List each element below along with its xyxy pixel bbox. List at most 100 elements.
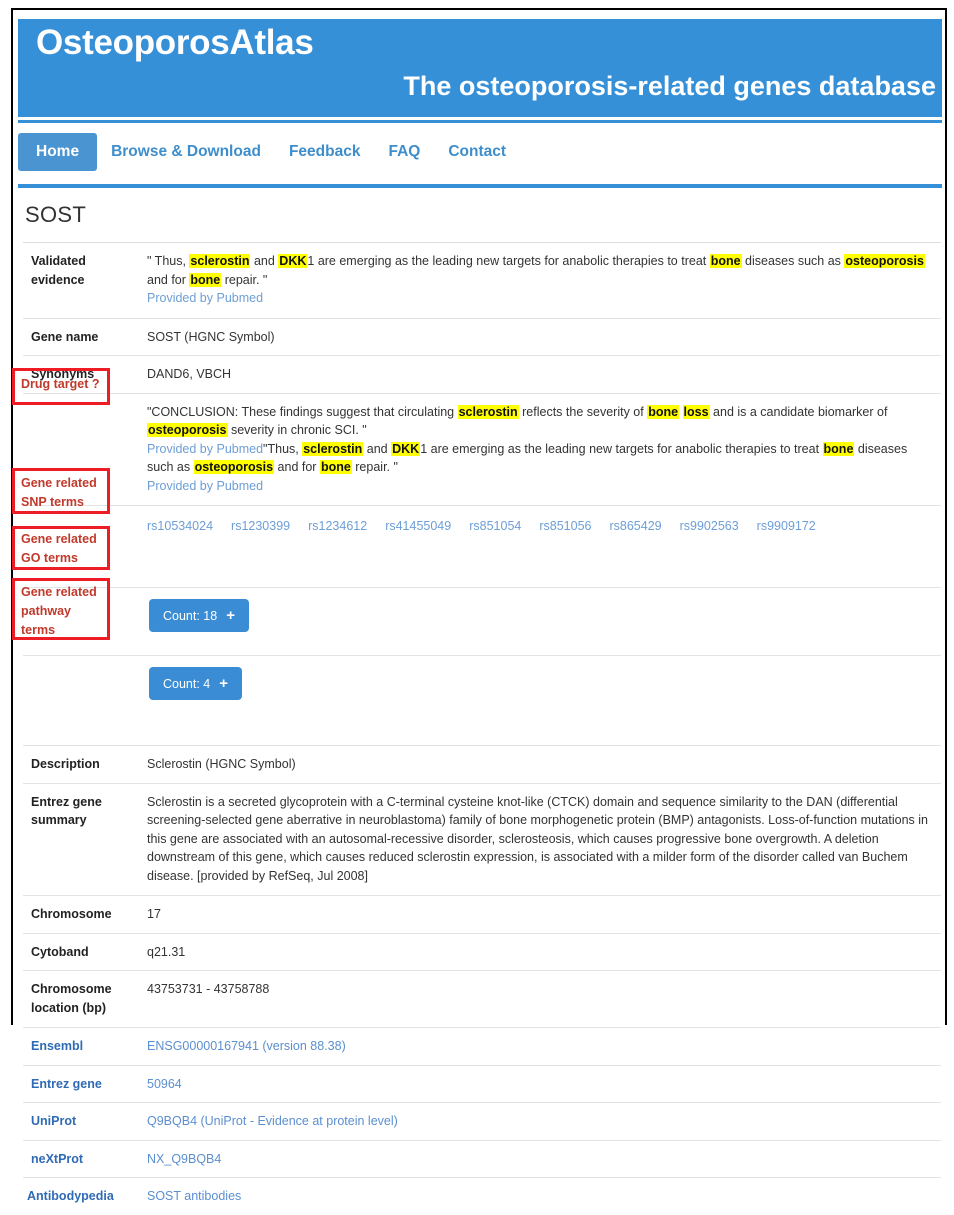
body-text: diseases such as (741, 254, 845, 268)
go-terms-count-label: Count: 18 (163, 608, 218, 623)
label-chromosome: Chromosome (31, 907, 112, 921)
entrez-gene-label-link[interactable]: Entrez gene (31, 1077, 102, 1091)
annotation-label-pathway-line2: pathway (21, 603, 72, 618)
table-row-uniprot: UniProt Q9BQB4 (UniProt - Evidence at pr… (23, 1102, 941, 1141)
snp-term-link[interactable]: rs1234612 (308, 517, 367, 536)
snp-term-link[interactable]: rs851054 (469, 517, 521, 536)
plus-icon: + (219, 675, 229, 692)
value-snp-terms: rs10534024 rs1230399 rs1234612 rs41455049 rs… (139, 506, 941, 588)
label-entrez-gene: Entrez gene (23, 1065, 139, 1103)
label-ensembl: Ensembl (23, 1028, 139, 1066)
snp-term-link[interactable]: rs1230399 (231, 517, 290, 536)
value-go-terms: Count: 18 + (139, 588, 941, 656)
pathway-terms-count-button[interactable]: Count: 4 + (149, 667, 243, 700)
value-description: Sclerostin (HGNC Symbol) (147, 757, 296, 771)
table-row-gene-name: Gene name SOST (HGNC Symbol) (23, 318, 941, 356)
annotation-label-snp-terms: Gene related SNP terms (21, 474, 97, 512)
table-row-snp-terms: rs10534024 rs1230399 rs1234612 rs41455049 rs… (23, 505, 941, 588)
snp-term-link[interactable]: rs9902563 (680, 517, 739, 536)
snp-term-link[interactable]: rs851056 (539, 517, 591, 536)
value-cytoband: q21.31 (147, 944, 186, 959)
value-validated-evidence: " Thus, sclerostin and DKK1 are emerging… (139, 243, 941, 319)
pubmed-link-drug-target-1[interactable]: Provided by Pubmed (147, 442, 263, 456)
entrez-gene-id-link[interactable]: 50964 (147, 1077, 182, 1091)
annotation-label-pathway-terms: Gene related pathway terms (21, 583, 97, 639)
page-content: OsteoporosAtlas The osteoporosis-related… (13, 10, 945, 1203)
table-row-drug-target: Drug target ? "CONCLUSION: These finding… (23, 393, 941, 506)
ensembl-id-link[interactable]: ENSG00000167941 (version 88.38) (147, 1039, 346, 1053)
snp-term-list: rs10534024 rs1230399 rs1234612 rs41455049 rs… (147, 515, 935, 536)
label-description: Description (31, 757, 100, 771)
value-ensembl: ENSG00000167941 (version 88.38) (139, 1028, 941, 1066)
plus-icon: + (226, 607, 235, 624)
highlighted-term: osteoporosis (147, 423, 228, 437)
table-row-validated-evidence: Validated evidence " Thus, sclerostin an… (23, 242, 941, 319)
value-uniprot: Q9BQB4 (UniProt - Evidence at protein le… (139, 1103, 941, 1141)
table-row-chromosome: Chromosome 17 (23, 895, 941, 934)
main-navigation: Home Browse & Download Feedback FAQ Contact (18, 131, 942, 172)
highlighted-term: bone (709, 254, 742, 268)
nextprot-id-link[interactable]: NX_Q9BQB4 (147, 1152, 221, 1166)
body-text: and for (147, 272, 190, 287)
go-terms-count-button[interactable]: Count: 18 + (149, 599, 249, 632)
annotation-label-pathway-line1: Gene related (21, 585, 97, 599)
body-text: "Thus, (263, 441, 303, 456)
highlighted-term: DKK (278, 254, 308, 268)
body-text: and (250, 254, 279, 268)
label-nextprot: neXtProt (23, 1140, 139, 1178)
snp-term-link[interactable]: rs9909172 (757, 517, 816, 536)
highlighted-term: sclerostin (457, 404, 519, 419)
nav-item-faq[interactable]: FAQ (374, 134, 434, 170)
value-drug-target: "CONCLUSION: These findings suggest that… (139, 393, 941, 506)
highlighted-term: bone (189, 272, 222, 287)
annotation-label-snp-line1: Gene related (21, 476, 97, 490)
ensembl-label-link[interactable]: Ensembl (31, 1039, 83, 1053)
value-synonyms: DAND6, VBCH (147, 367, 232, 381)
banner-bottom-rule (18, 120, 942, 123)
page-frame-right-border (945, 8, 947, 1025)
annotation-label-snp-line2: SNP terms (21, 494, 84, 509)
value-chromosome-location: 43753731 - 43758788 (147, 982, 270, 996)
nav-bottom-rule (18, 184, 942, 188)
highlighted-term: osteoporosis (844, 254, 925, 268)
page-root: OsteoporosAtlas The osteoporosis-related… (0, 0, 954, 1203)
pubmed-link-validated-evidence[interactable]: Provided by Pubmed (147, 291, 263, 305)
nav-item-contact[interactable]: Contact (434, 134, 520, 170)
antibodypedia-label-link[interactable]: Antibodypedia (27, 1189, 114, 1203)
nav-item-home[interactable]: Home (18, 132, 98, 171)
value-entrez-summary: Sclerostin is a secreted glycoprotein wi… (147, 794, 928, 883)
validated-evidence-text: " Thus, sclerostin and DKK1 are emerging… (147, 254, 925, 287)
table-row-ensembl: Ensembl ENSG00000167941 (version 88.38) (23, 1027, 941, 1066)
highlighted-term: bone (647, 404, 680, 419)
nav-item-browse-download[interactable]: Browse & Download (97, 134, 275, 170)
label-validated-evidence: Validated evidence (31, 254, 86, 287)
label-pathway-terms (23, 656, 139, 746)
body-text: reflects the severity of (518, 404, 648, 419)
value-entrez-gene: 50964 (139, 1065, 941, 1103)
annotation-label-go-line2: GO terms (21, 550, 78, 565)
site-title: OsteoporosAtlas (36, 23, 314, 62)
uniprot-label-link[interactable]: UniProt (31, 1114, 76, 1128)
highlighted-term: DKK (391, 441, 421, 456)
site-banner: OsteoporosAtlas The osteoporosis-related… (18, 19, 942, 117)
snp-term-link[interactable]: rs41455049 (385, 517, 451, 536)
label-uniprot: UniProt (23, 1103, 139, 1141)
nav-item-feedback[interactable]: Feedback (275, 134, 375, 170)
uniprot-id-link[interactable]: Q9BQB4 (UniProt - Evidence at protein le… (147, 1114, 398, 1128)
snp-term-link[interactable]: rs865429 (609, 517, 661, 536)
table-row-nextprot: neXtProt NX_Q9BQB4 (23, 1140, 941, 1178)
table-row-go-terms: Count: 18 + (23, 587, 941, 656)
pubmed-link-drug-target-2[interactable]: Provided by Pubmed (147, 479, 263, 493)
highlighted-term: osteoporosis (193, 460, 275, 474)
table-row-chromosome-location: Chromosome location (bp) 43753731 - 4375… (23, 970, 941, 1028)
annotation-label-drug-target: Drug target ? (21, 377, 100, 391)
value-antibodypedia: SOST antibodies (139, 1178, 941, 1215)
label-chromosome-location: Chromosome location (bp) (31, 982, 112, 1015)
highlighted-term: sclerostin (302, 441, 364, 456)
nextprot-label-link[interactable]: neXtProt (31, 1152, 83, 1166)
value-gene-name: SOST (HGNC Symbol) (147, 329, 275, 344)
antibodypedia-link[interactable]: SOST antibodies (147, 1189, 241, 1203)
body-text: repair. " (221, 272, 268, 287)
value-chromosome: 17 (147, 907, 161, 921)
snp-term-link[interactable]: rs10534024 (147, 517, 213, 536)
